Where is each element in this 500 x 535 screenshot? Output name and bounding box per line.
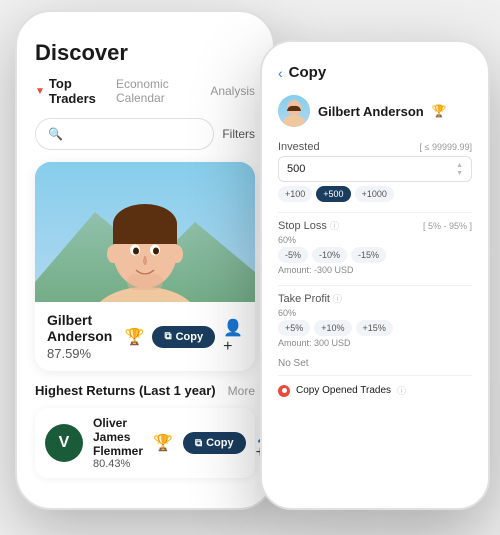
invested-arrows: ▲ ▼ [456,162,463,177]
section-title: Highest Returns (Last 1 year) [35,383,216,398]
search-box[interactable]: 🔍 [35,118,214,150]
take-profit-chip-row: +5% +10% +15% [278,320,472,336]
take-profit-chip-5[interactable]: +5% [278,320,310,336]
face-svg [35,162,255,302]
trader-info: Gilbert Anderson 87.59% 🏆 ⧉ Copy 👤+ [35,302,255,371]
stop-loss-amount: Amount: -300 USD [278,265,472,275]
invested-chip-row: +100 +500 +1000 [278,186,472,202]
invested-label: Invested [278,141,320,153]
copy-opened-trades-row: Copy Opened Trades ⓘ [278,384,472,397]
stop-loss-chip-10[interactable]: -10% [312,247,347,263]
trader-name: Gilbert Anderson [47,312,125,344]
invested-chip-1000[interactable]: +1000 [355,186,394,202]
stop-loss-label: Stop Loss ⓘ [278,219,339,232]
phone-left: Discover ▼ Top Traders Economic Calendar… [15,10,275,510]
invested-chip-500[interactable]: +500 [316,186,350,202]
featured-trader-card: Gilbert Anderson 87.59% 🏆 ⧉ Copy 👤+ [35,162,255,371]
invested-label-row: Invested [ ≤ 99999.99] [278,141,472,153]
tabs-row: ▼ Top Traders Economic Calendar Analysis [35,76,255,106]
filters-button[interactable]: Filters [222,127,255,141]
award-icon: 🏆 [125,327,145,347]
mini-trader-card: V Oliver James Flemmer 80.43% 🏆 ⧉ Copy 👤… [35,408,255,478]
invested-input[interactable]: 500 ▲ ▼ [278,156,472,182]
copy-opened-info-icon: ⓘ [397,384,406,397]
take-profit-pct: 60% [278,308,472,318]
scene: Discover ▼ Top Traders Economic Calendar… [0,0,500,535]
trader-actions: 🏆 ⧉ Copy 👤+ [125,318,243,356]
invested-input-row: 500 ▲ ▼ [278,156,472,182]
back-row: ‹ Copy [278,64,472,81]
copy-button[interactable]: ⧉ Copy [152,326,215,348]
take-profit-chip-15[interactable]: +15% [356,320,393,336]
page-title: Discover [35,40,255,66]
take-profit-chip-10[interactable]: +10% [314,320,351,336]
take-profit-field: Take Profit ⓘ 60% +5% +10% +15% Amount: … [278,292,472,348]
back-arrow-icon[interactable]: ‹ [278,65,283,81]
mini-trader-info: Oliver James Flemmer 80.43% [93,416,143,470]
take-profit-label-row: Take Profit ⓘ [278,292,472,305]
mini-trader-return: 80.43% [93,458,143,470]
invested-field: Invested [ ≤ 99999.99] 500 ▲ ▼ +100 +500 [278,141,472,202]
stop-loss-hint: [ 5% - 95% ] [423,221,472,231]
invested-arrow-down: ▼ [456,170,463,177]
phone-right: ‹ Copy [260,40,490,510]
invested-hint: [ ≤ 99999.99] [420,142,472,152]
stop-loss-label-row: Stop Loss ⓘ [ 5% - 95% ] [278,219,472,232]
invested-arrow-up: ▲ [456,162,463,169]
stop-loss-chip-15[interactable]: -15% [351,247,386,263]
stop-loss-field: Stop Loss ⓘ [ 5% - 95% ] 60% -5% -10% -1… [278,219,472,275]
mini-award-icon: 🏆 [153,433,173,453]
invested-chip-100[interactable]: +100 [278,186,312,202]
take-profit-info-icon: ⓘ [333,294,342,304]
stop-loss-chip-5[interactable]: -5% [278,247,308,263]
verified-icon: 🏆 [432,104,447,118]
divider-1 [278,212,472,213]
copy-trader-row: Gilbert Anderson 🏆 [278,95,472,127]
trader-return: 87.59% [47,346,125,361]
no-set-label[interactable]: No Set [278,358,472,369]
tab-top-traders[interactable]: ▼ Top Traders [35,76,102,106]
more-link[interactable]: More [228,384,255,398]
divider-3 [278,375,472,376]
copy-opened-label: Copy Opened Trades [296,385,391,396]
copy-trader-avatar [278,95,310,127]
copy-icon: ⧉ [164,331,171,342]
invested-value: 500 [287,163,305,175]
divider-2 [278,285,472,286]
stop-loss-chip-row: -5% -10% -15% [278,247,472,263]
stop-loss-info-icon: ⓘ [330,221,339,231]
mini-copy-button[interactable]: ⧉ Copy [183,432,246,454]
mini-avatar: V [45,424,83,462]
copy-opened-radio[interactable] [278,385,290,397]
take-profit-label: Take Profit ⓘ [278,292,342,305]
copy-trader-name: Gilbert Anderson [318,104,424,119]
mini-copy-icon: ⧉ [195,438,202,449]
add-user-icon[interactable]: 👤+ [223,318,243,356]
back-label: Copy [289,64,327,81]
tab-economic-calendar[interactable]: Economic Calendar [116,77,196,105]
section-title-row: Highest Returns (Last 1 year) More [35,383,255,398]
mini-trader-name: Oliver James Flemmer [93,416,143,458]
take-profit-amount: Amount: 300 USD [278,338,472,348]
tab-arrow-icon: ▼ [35,86,45,97]
trader-image [35,162,255,302]
stop-loss-pct: 60% [278,235,472,245]
trader-name-block: Gilbert Anderson 87.59% [47,312,125,361]
search-row: 🔍 Filters [35,118,255,150]
tab-analysis[interactable]: Analysis [210,84,255,98]
radio-inner [282,388,287,393]
search-icon: 🔍 [48,127,63,141]
